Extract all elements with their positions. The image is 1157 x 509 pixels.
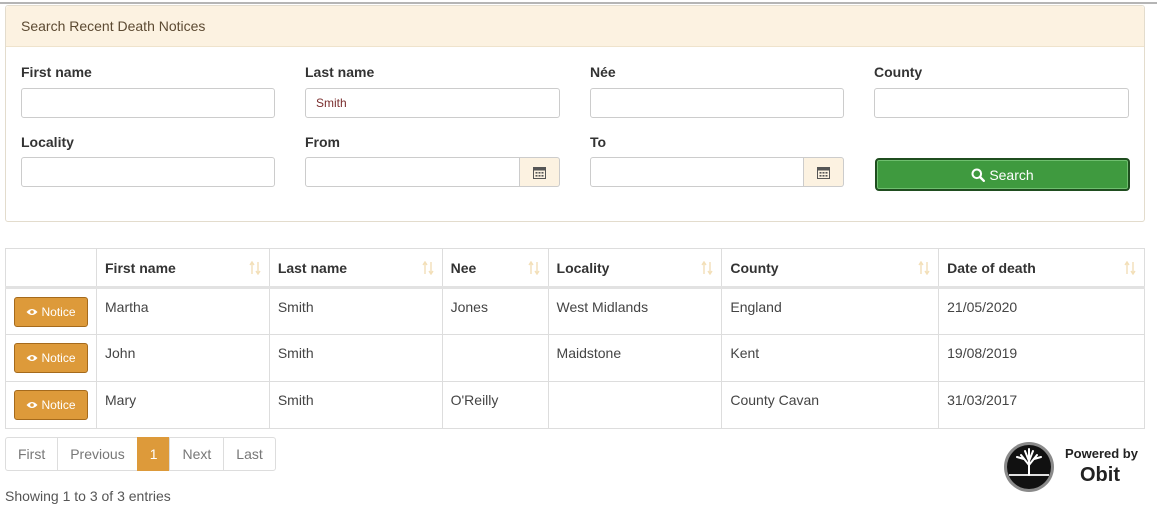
column-header-date-of-death[interactable]: Date of death <box>938 248 1145 289</box>
column-header-label: Last name <box>277 259 348 276</box>
search-button-label: Search <box>989 166 1034 183</box>
search-button[interactable]: Search <box>875 158 1130 191</box>
page-last-button[interactable]: Last <box>223 437 276 471</box>
column-header-nee[interactable]: Nee <box>441 248 549 289</box>
nee-label: Née <box>590 64 616 80</box>
column-header-label: Locality <box>556 259 610 276</box>
cell-last-name: Smith <box>268 287 443 335</box>
top-border <box>0 0 1157 4</box>
cell-locality <box>547 381 723 429</box>
first-name-label: First name <box>21 64 92 80</box>
county-label: County <box>874 64 923 80</box>
to-date-input[interactable] <box>590 157 804 187</box>
to-date-group <box>590 157 844 187</box>
column-header-first-name[interactable]: First name <box>96 248 270 289</box>
notice-button-label: Notice <box>41 305 76 319</box>
search-icon <box>971 168 986 182</box>
brand-name: Obit <box>1080 464 1120 486</box>
action-cell: Notice <box>5 287 97 335</box>
column-header-label: Nee <box>450 259 477 276</box>
cell-date-of-death: 31/03/2017 <box>938 381 1145 429</box>
eye-icon <box>26 402 38 408</box>
pagination: First Previous 1 Next Last <box>5 437 276 471</box>
to-label: To <box>590 134 607 150</box>
cell-county: County Cavan <box>721 381 940 429</box>
column-header-locality[interactable]: Locality <box>547 248 723 289</box>
cell-county: Kent <box>721 334 940 382</box>
entries-info: Showing 1 to 3 of 3 entries <box>5 488 171 504</box>
table-row: Notice John Smith Maidstone Kent 19/08/2… <box>5 334 1145 382</box>
cell-locality: West Midlands <box>547 287 723 335</box>
cell-last-name: Smith <box>268 334 443 382</box>
eye-icon <box>26 309 38 315</box>
from-date-input[interactable] <box>305 157 520 187</box>
cell-first-name: John <box>96 334 270 382</box>
cell-last-name: Smith <box>268 381 443 429</box>
obit-logo[interactable]: Powered by Obit <box>1003 441 1139 493</box>
cell-nee <box>441 334 549 382</box>
cell-locality: Maidstone <box>547 334 723 382</box>
column-header-county[interactable]: County <box>721 248 940 289</box>
first-name-input[interactable] <box>21 88 275 118</box>
column-header-label: County <box>730 259 779 276</box>
sort-icon <box>701 261 713 275</box>
column-header-label: Date of death <box>947 259 1036 276</box>
page-current-button[interactable]: 1 <box>136 437 171 471</box>
notice-button[interactable]: Notice <box>14 343 88 373</box>
column-header-label: First name <box>105 259 176 276</box>
cell-first-name: Martha <box>96 287 270 335</box>
last-name-label: Last name <box>305 64 375 80</box>
results-table: First name Last name Nee Locality County… <box>5 248 1145 429</box>
calendar-icon <box>817 166 830 179</box>
from-calendar-button[interactable] <box>520 157 560 187</box>
sort-icon <box>527 261 540 275</box>
sort-icon <box>918 261 930 275</box>
from-date-group <box>305 157 560 187</box>
notice-button-label: Notice <box>41 398 76 412</box>
action-column-header <box>5 248 97 289</box>
notice-button-label: Notice <box>41 351 76 365</box>
cell-date-of-death: 21/05/2020 <box>938 287 1145 335</box>
table-header-row: First name Last name Nee Locality County… <box>5 248 1145 289</box>
panel-heading: Search Recent Death Notices <box>6 6 1144 47</box>
cell-nee: O'Reilly <box>441 381 549 429</box>
sort-icon <box>422 261 434 275</box>
obit-tree-icon <box>1004 442 1054 492</box>
action-cell: Notice <box>5 381 97 429</box>
from-label: From <box>305 134 340 150</box>
notice-button[interactable]: Notice <box>14 297 88 327</box>
locality-input[interactable] <box>21 157 275 187</box>
table-row: Notice Mary Smith O'Reilly County Cavan … <box>5 381 1145 429</box>
notice-button[interactable]: Notice <box>14 390 88 420</box>
page-previous-button[interactable]: Previous <box>57 437 138 471</box>
sort-icon <box>249 261 261 275</box>
page-first-button[interactable]: First <box>5 437 59 471</box>
last-name-input[interactable]: Smith <box>305 88 560 118</box>
calendar-icon <box>533 166 546 179</box>
sort-icon <box>1124 261 1136 275</box>
powered-by-label: Powered by <box>1065 446 1138 461</box>
cell-date-of-death: 19/08/2019 <box>938 334 1145 382</box>
cell-county: England <box>721 287 940 335</box>
column-header-last-name[interactable]: Last name <box>268 248 443 289</box>
nee-input[interactable] <box>590 88 844 118</box>
cell-first-name: Mary <box>96 381 270 429</box>
eye-icon <box>26 355 38 361</box>
cell-nee: Jones <box>441 287 549 335</box>
table-row: Notice Martha Smith Jones West Midlands … <box>5 287 1145 335</box>
action-cell: Notice <box>5 334 97 382</box>
county-input[interactable] <box>874 88 1129 118</box>
page-next-button[interactable]: Next <box>169 437 225 471</box>
search-panel: Search Recent Death Notices First name L… <box>5 5 1145 222</box>
locality-label: Locality <box>21 134 74 150</box>
to-calendar-button[interactable] <box>804 157 844 187</box>
